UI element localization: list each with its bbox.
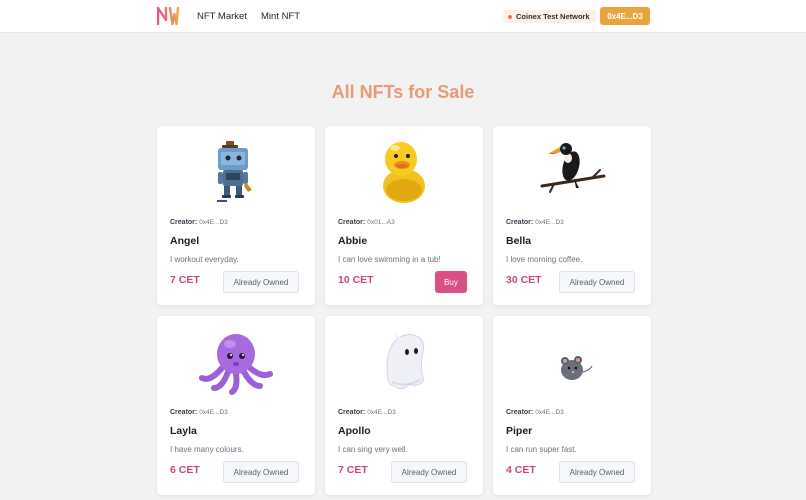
creator-info: Creator: 0x4E...D3 [170, 219, 228, 226]
creator-address: 0x4E...D3 [199, 409, 228, 416]
already-owned-button[interactable]: Already Owned [559, 271, 635, 293]
creator-address: 0x4E...D3 [535, 409, 564, 416]
nft-name: Angel [170, 235, 200, 247]
creator-info: Creator: 0x4E...D3 [506, 409, 564, 416]
nft-card: Creator: 0x4E...D3 Bella I love morning c… [493, 126, 651, 305]
nft-card: Creator: 0x4E...D3 Apollo I can sing very… [325, 316, 483, 495]
rubber-duck-icon [383, 142, 425, 203]
nav-link-nft-market[interactable]: NFT Market [197, 11, 247, 22]
purple-octopus-icon [199, 334, 273, 395]
creator-info: Creator: 0x4E...D3 [170, 409, 228, 416]
network-status-dot [508, 14, 512, 19]
nft-grid: Creator: 0x4E...D3 Angel I workout everyd… [157, 126, 651, 495]
creator-info: Creator: 0x4E...D3 [338, 409, 396, 416]
top-navbar: NFT Market Mint NFT Coinex Test Network … [0, 0, 806, 33]
network-label: Coinex Test Network [516, 12, 590, 21]
nft-name: Piper [506, 425, 533, 437]
nft-description: I can sing very well. [338, 445, 408, 454]
creator-label: Creator: [170, 409, 198, 416]
nft-description: I workout everyday. [170, 255, 239, 264]
nft-price: 4 CET [506, 464, 536, 476]
toucan-bird-icon [540, 143, 606, 193]
creator-address: 0x4E...D3 [367, 409, 396, 416]
nft-description: I can run super fast. [506, 445, 577, 454]
buy-button[interactable]: Buy [435, 271, 467, 293]
creator-address: 0x01...A3 [367, 219, 395, 226]
nft-card: Creator: 0x4E...D3 Layla I have many colo… [157, 316, 315, 495]
ghost-figure-icon [386, 334, 425, 390]
creator-label: Creator: [506, 409, 534, 416]
already-owned-button[interactable]: Already Owned [559, 461, 635, 483]
wallet-address-button[interactable]: 0x4E...D3 [600, 7, 650, 25]
nft-card: Creator: 0x4E...D3 Piper I can run super … [493, 316, 651, 495]
robot-figure-icon [217, 141, 252, 202]
creator-label: Creator: [170, 219, 198, 226]
nft-description: I have many colours. [170, 445, 244, 454]
nav-link-mint-nft[interactable]: Mint NFT [261, 11, 300, 22]
nft-price: 7 CET [338, 464, 368, 476]
creator-info: Creator: 0x4E...D3 [506, 219, 564, 226]
nft-name: Abbie [338, 235, 368, 247]
creator-info: Creator: 0x01...A3 [338, 219, 395, 226]
network-badge: Coinex Test Network [503, 10, 596, 23]
nft-description: I can love swimming in a tub! [338, 255, 441, 264]
logo-icon[interactable] [157, 7, 179, 25]
nft-price: 7 CET [170, 274, 200, 286]
nft-price: 10 CET [338, 274, 374, 286]
creator-label: Creator: [338, 409, 366, 416]
already-owned-button[interactable]: Already Owned [223, 271, 299, 293]
already-owned-button[interactable]: Already Owned [223, 461, 299, 483]
creator-address: 0x4E...D3 [535, 219, 564, 226]
mouse-figure-icon [561, 356, 593, 380]
nft-description: I love morning coffee. [506, 255, 583, 264]
page-title: All NFTs for Sale [331, 82, 475, 102]
already-owned-button[interactable]: Already Owned [391, 461, 467, 483]
nft-card: Creator: 0x01...A3 Abbie I can love swimm… [325, 126, 483, 305]
nft-price: 6 CET [170, 464, 200, 476]
creator-label: Creator: [506, 219, 534, 226]
nft-price: 30 CET [506, 274, 542, 286]
nft-name: Bella [506, 235, 532, 247]
nft-name: Layla [170, 425, 197, 437]
nft-card: Creator: 0x4E...D3 Angel I workout everyd… [157, 126, 315, 305]
creator-address: 0x4E...D3 [199, 219, 228, 226]
creator-label: Creator: [338, 219, 366, 226]
nft-name: Apollo [338, 425, 371, 437]
